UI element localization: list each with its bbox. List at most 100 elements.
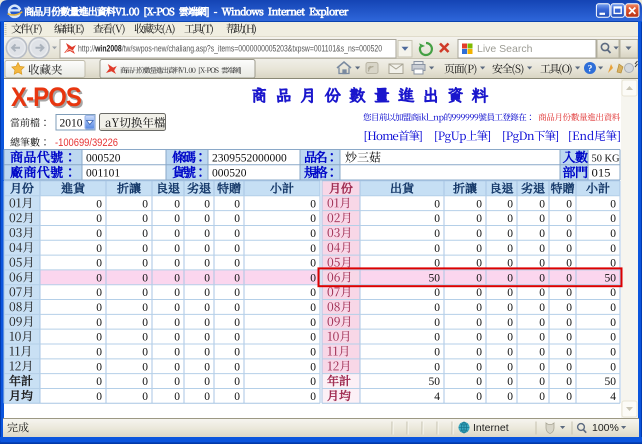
svg-text:0: 0	[174, 243, 180, 255]
svg-text:0: 0	[174, 198, 180, 210]
svg-text:0: 0	[539, 376, 545, 388]
svg-text:0: 0	[174, 317, 180, 329]
svg-text:0: 0	[434, 198, 440, 210]
svg-text:0: 0	[142, 272, 148, 284]
svg-text:0: 0	[476, 198, 482, 210]
svg-text:0: 0	[610, 228, 616, 240]
svg-text:0: 0	[174, 347, 180, 359]
svg-text:0: 0	[434, 332, 440, 344]
svg-text:0: 0	[174, 287, 180, 299]
svg-text:0: 0	[539, 391, 545, 403]
svg-text:0: 0	[539, 272, 545, 284]
svg-text:0: 0	[204, 213, 210, 225]
svg-text:0: 0	[204, 347, 210, 359]
svg-text:4: 4	[610, 391, 616, 403]
svg-text:0: 0	[507, 332, 513, 344]
svg-text:0: 0	[476, 317, 482, 329]
svg-text:0: 0	[507, 347, 513, 359]
svg-text:0: 0	[539, 332, 545, 344]
svg-text:0: 0	[434, 347, 440, 359]
svg-text:0: 0	[507, 376, 513, 388]
svg-text:0: 0	[204, 391, 210, 403]
svg-text:0: 0	[310, 317, 316, 329]
svg-text:0: 0	[310, 361, 316, 373]
svg-text:0: 0	[566, 361, 572, 373]
svg-text:015: 015	[592, 168, 611, 180]
svg-text:0: 0	[310, 213, 316, 225]
svg-text:0: 0	[566, 228, 572, 240]
svg-text:0: 0	[96, 198, 102, 210]
svg-text:0: 0	[142, 243, 148, 255]
svg-text:0: 0	[310, 258, 316, 270]
svg-text:50: 50	[605, 376, 617, 388]
svg-text:0: 0	[234, 213, 240, 225]
svg-text:http://win2008/tw/swpos-new/ch: http://win2008/tw/swpos-new/chaliang.asp…	[78, 44, 382, 55]
svg-text:0: 0	[507, 243, 513, 255]
svg-text:0: 0	[507, 272, 513, 284]
svg-text:0: 0	[539, 243, 545, 255]
svg-text:2010: 2010	[60, 117, 83, 129]
svg-text:0: 0	[142, 213, 148, 225]
svg-text:50: 50	[605, 272, 617, 284]
svg-text:0: 0	[234, 287, 240, 299]
svg-text:0: 0	[96, 287, 102, 299]
svg-text:0: 0	[96, 302, 102, 314]
svg-text:0: 0	[610, 213, 616, 225]
svg-text:0: 0	[142, 228, 148, 240]
svg-text:0: 0	[204, 228, 210, 240]
svg-text:0: 0	[507, 198, 513, 210]
svg-text:0: 0	[204, 332, 210, 344]
svg-text:0: 0	[476, 376, 482, 388]
svg-text:0: 0	[434, 361, 440, 373]
svg-text:0: 0	[310, 272, 316, 284]
svg-text:0: 0	[566, 198, 572, 210]
svg-text:0: 0	[234, 228, 240, 240]
svg-text:0: 0	[507, 302, 513, 314]
svg-text:0: 0	[96, 332, 102, 344]
svg-text:0: 0	[610, 347, 616, 359]
svg-text:X-POS: X-POS	[11, 82, 81, 112]
svg-text:0: 0	[96, 347, 102, 359]
svg-text:0: 0	[142, 332, 148, 344]
svg-text:0: 0	[96, 243, 102, 255]
svg-text:0: 0	[539, 302, 545, 314]
svg-text:0: 0	[96, 361, 102, 373]
svg-text:0: 0	[310, 376, 316, 388]
svg-text:0: 0	[566, 317, 572, 329]
svg-text:0: 0	[142, 317, 148, 329]
svg-text:0: 0	[539, 213, 545, 225]
svg-text:000520: 000520	[212, 168, 247, 180]
svg-text:0: 0	[234, 376, 240, 388]
svg-text:0: 0	[174, 332, 180, 344]
svg-text:0: 0	[434, 243, 440, 255]
svg-text:0: 0	[142, 258, 148, 270]
svg-text:0: 0	[476, 347, 482, 359]
svg-text:0: 0	[174, 391, 180, 403]
svg-text:0: 0	[310, 198, 316, 210]
svg-text:0: 0	[310, 391, 316, 403]
svg-text:0: 0	[174, 361, 180, 373]
svg-text:0: 0	[566, 391, 572, 403]
svg-text:0: 0	[204, 272, 210, 284]
svg-text:0: 0	[310, 302, 316, 314]
svg-text:0: 0	[566, 302, 572, 314]
svg-text:0: 0	[539, 228, 545, 240]
svg-text:0: 0	[476, 213, 482, 225]
svg-text:0: 0	[539, 347, 545, 359]
svg-text:000520: 000520	[86, 152, 121, 164]
svg-text:0: 0	[476, 391, 482, 403]
svg-text:Internet: Internet	[473, 422, 509, 434]
svg-text:0: 0	[204, 258, 210, 270]
svg-text:0: 0	[310, 243, 316, 255]
svg-text:0: 0	[204, 361, 210, 373]
svg-text:0: 0	[507, 391, 513, 403]
svg-text:0: 0	[204, 376, 210, 388]
svg-text:0: 0	[234, 258, 240, 270]
svg-text:0: 0	[566, 213, 572, 225]
svg-text:0: 0	[234, 391, 240, 403]
svg-text:0: 0	[539, 287, 545, 299]
svg-text:0: 0	[476, 332, 482, 344]
svg-text:0: 0	[174, 213, 180, 225]
svg-text:50: 50	[429, 272, 441, 284]
svg-text:2309552000000: 2309552000000	[212, 152, 287, 164]
